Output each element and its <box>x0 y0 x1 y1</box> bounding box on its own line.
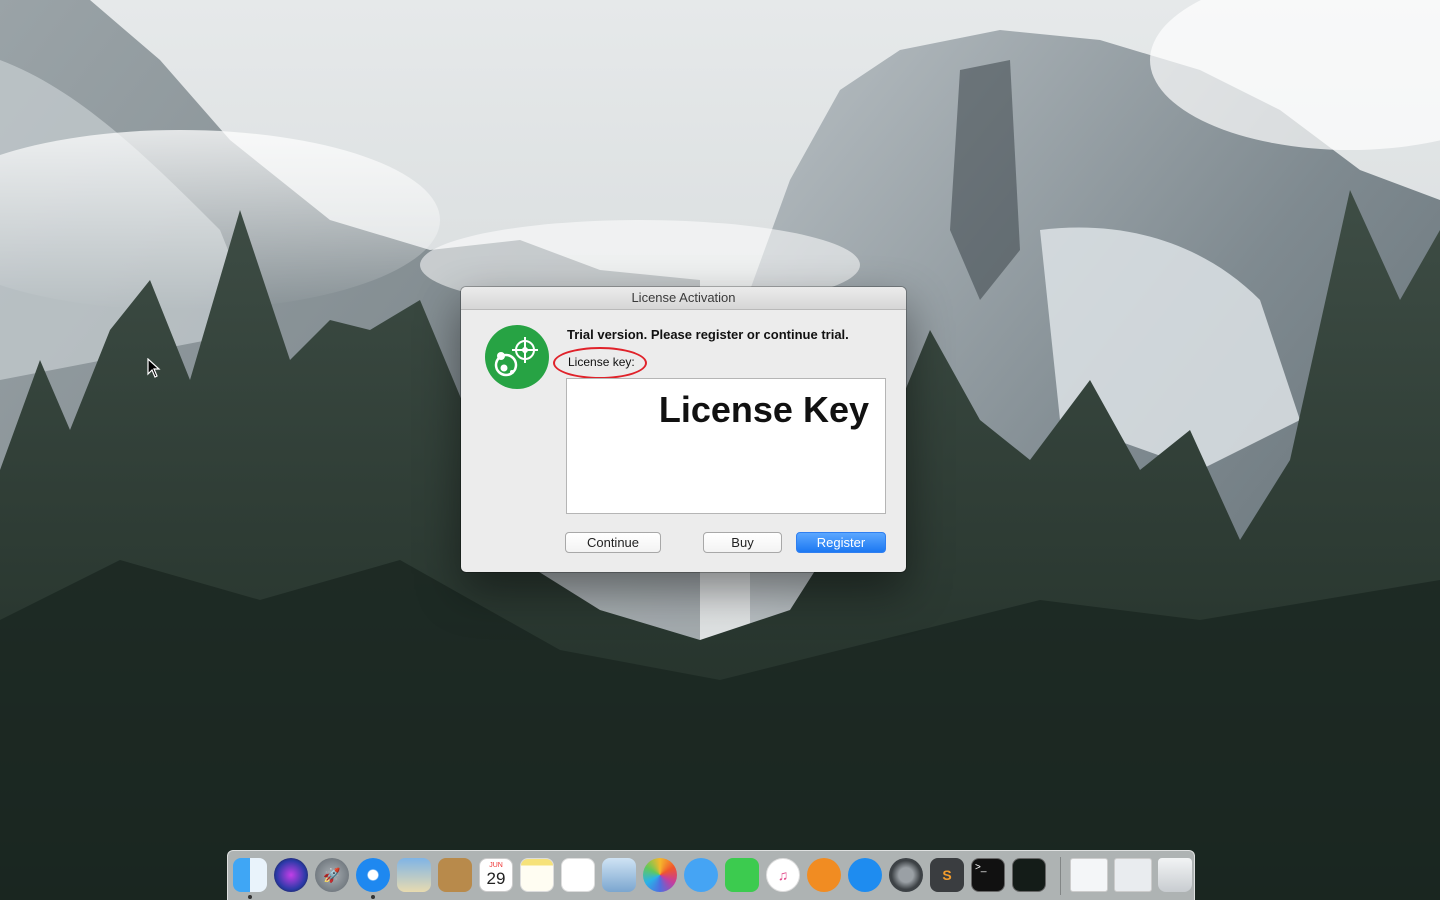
ibooks-icon[interactable] <box>807 858 841 892</box>
safari-icon[interactable] <box>356 858 390 892</box>
license-key-field[interactable]: License Key <box>566 378 886 514</box>
messages-icon[interactable] <box>684 858 718 892</box>
running-indicator <box>371 895 375 899</box>
terminal-icon[interactable]: >_ <box>971 858 1005 892</box>
trash-icon[interactable] <box>1158 858 1192 892</box>
calendar-day: 29 <box>486 869 506 888</box>
contacts-icon[interactable] <box>438 858 472 892</box>
documents-folder-icon[interactable] <box>1070 858 1108 892</box>
system-preferences-icon[interactable] <box>889 858 923 892</box>
app-logo-icon <box>485 325 549 389</box>
license-key-label: License key: <box>568 355 635 369</box>
trial-message: Trial version. Please register or contin… <box>567 327 849 342</box>
finder-icon[interactable] <box>233 858 267 892</box>
preview-icon[interactable] <box>602 858 636 892</box>
license-activation-dialog: License Activation Trial version. Please… <box>461 287 906 572</box>
dialog-title: License Activation <box>461 287 906 310</box>
photos-icon[interactable] <box>643 858 677 892</box>
app-store-icon[interactable] <box>848 858 882 892</box>
dock: 🚀 JUN 29 ♫ S >_ <box>227 850 1195 900</box>
mail-icon[interactable] <box>397 858 431 892</box>
downloads-folder-icon[interactable] <box>1114 858 1152 892</box>
launchpad-icon[interactable]: 🚀 <box>315 858 349 892</box>
itunes-icon[interactable]: ♫ <box>766 858 800 892</box>
activity-monitor-icon[interactable] <box>1012 858 1046 892</box>
facetime-icon[interactable] <box>725 858 759 892</box>
siri-icon[interactable] <box>274 858 308 892</box>
sublime-text-icon[interactable]: S <box>930 858 964 892</box>
buy-button[interactable]: Buy <box>703 532 782 553</box>
notes-icon[interactable] <box>520 858 554 892</box>
calendar-icon[interactable]: JUN 29 <box>479 858 513 892</box>
dock-separator <box>1060 857 1061 895</box>
reminders-icon[interactable] <box>561 858 595 892</box>
register-button[interactable]: Register <box>796 532 886 553</box>
continue-button[interactable]: Continue <box>565 532 661 553</box>
running-indicator <box>248 895 252 899</box>
mouse-pointer-icon <box>147 358 161 378</box>
